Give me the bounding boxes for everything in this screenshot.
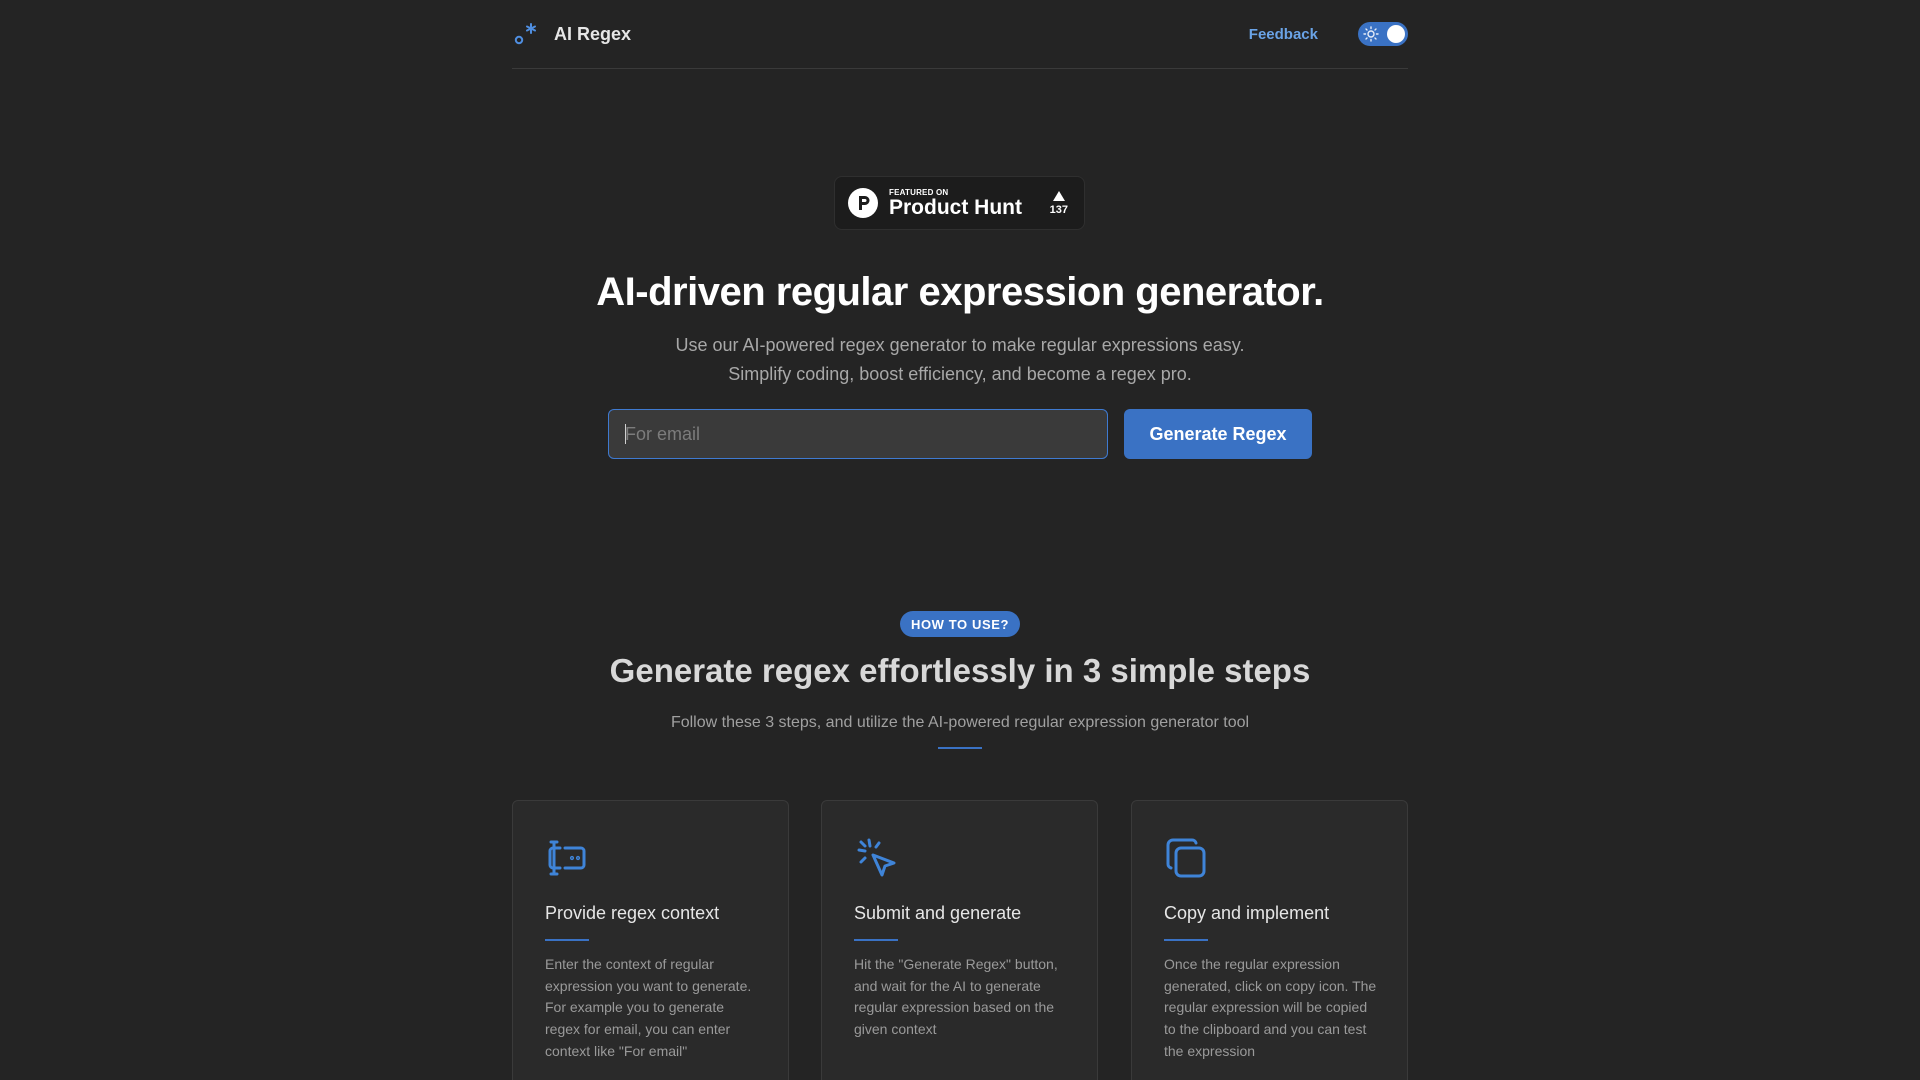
text-cursor-input-icon (545, 836, 589, 880)
upvote-count: 137 (1049, 203, 1068, 216)
hero-title: AI-driven regular expression generator. (596, 270, 1324, 314)
step-title: Submit and generate (854, 903, 1022, 923)
generate-regex-button[interactable]: Generate Regex (1124, 409, 1312, 459)
brand-name: AI Regex (554, 23, 632, 44)
how-to-use-pill: HOW TO USE? (900, 611, 1020, 637)
product-hunt-text: FEATURED ON Product Hunt (889, 188, 1022, 219)
upvote-counter: 137 (1049, 190, 1068, 216)
product-hunt-name: Product Hunt (889, 195, 1022, 219)
regex-logo-icon (512, 20, 540, 48)
step-card-submit-generate: Submit and generate Hit the "Generate Re… (821, 800, 1098, 1080)
upvote-arrow-icon (1052, 190, 1065, 201)
page: AI Regex Feedback FEATURED ON Product Hu… (0, 0, 1920, 1080)
pointer-click-icon (854, 836, 898, 880)
toggle-knob (1387, 25, 1405, 43)
step-title: Provide regex context (545, 903, 720, 923)
hero-subtitle-line2: Simplify coding, boost efficiency, and b… (728, 364, 1192, 384)
step-divider (545, 939, 589, 941)
theme-toggle[interactable] (1358, 22, 1408, 46)
feedback-link[interactable]: Feedback (1249, 26, 1318, 43)
step-description: Once the regular expression generated, c… (1164, 956, 1377, 1059)
step-divider (1164, 939, 1208, 941)
sun-icon (1363, 26, 1379, 42)
step-title: Copy and implement (1164, 903, 1330, 923)
steps-subtitle: Follow these 3 steps, and utilize the AI… (670, 714, 1250, 731)
step-divider (854, 939, 898, 941)
product-hunt-badge[interactable]: FEATURED ON Product Hunt 137 (834, 176, 1085, 230)
text-caret (625, 424, 626, 444)
step-card-provide-context: Provide regex context Enter the context … (512, 800, 789, 1080)
steps-title: Generate regex effortlessly in 3 simple … (609, 652, 1311, 689)
step-description: Enter the context of regular expression … (545, 956, 752, 1059)
header-actions: Feedback (1249, 22, 1408, 46)
section-divider (938, 747, 982, 749)
regex-context-input[interactable] (608, 409, 1108, 459)
top-nav: AI Regex Feedback (512, 0, 1408, 69)
hero-subtitle-line1: Use our AI-powered regex generator to ma… (675, 335, 1245, 355)
copy-icon (1164, 836, 1208, 880)
product-hunt-logo-icon (847, 187, 879, 219)
step-description: Hit the "Generate Regex" button, and wai… (854, 956, 1058, 1038)
step-card-copy-implement: Copy and implement Once the regular expr… (1131, 800, 1408, 1080)
brand[interactable]: AI Regex (512, 20, 631, 48)
